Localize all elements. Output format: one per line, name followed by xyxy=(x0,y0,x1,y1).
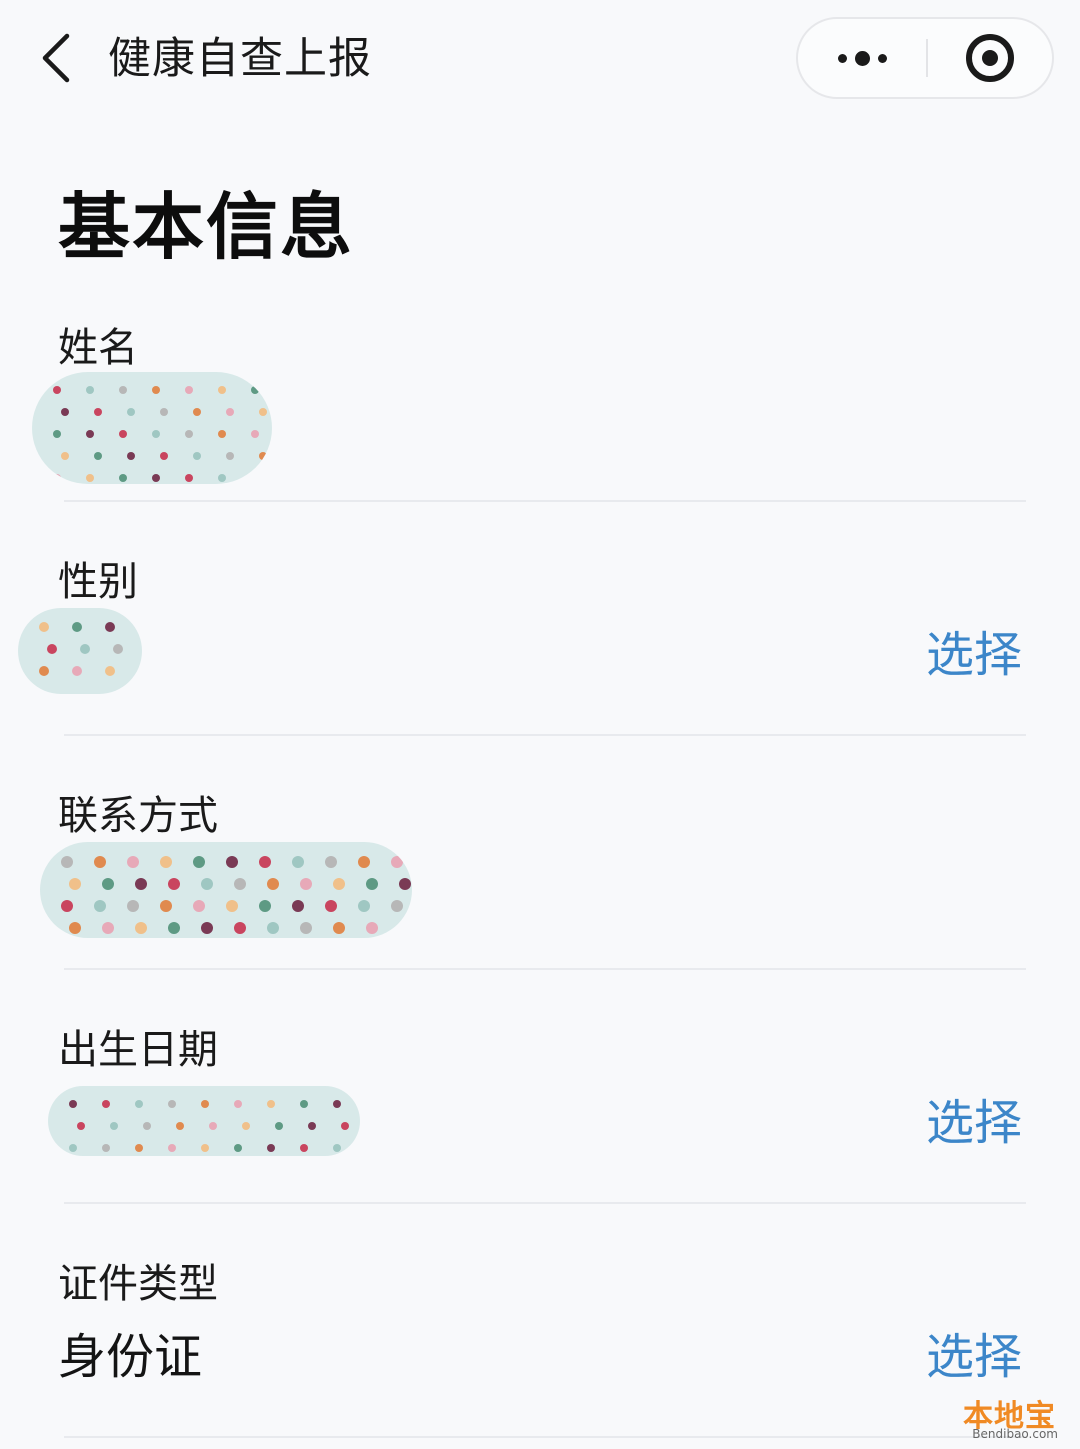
field-divider xyxy=(64,500,1026,502)
field-divider xyxy=(64,1436,1026,1438)
field-gender: 性别 选择 xyxy=(0,556,1080,736)
field-id-type: 证件类型 身份证 选择 xyxy=(0,1258,1080,1438)
field-label: 联系方式 xyxy=(58,793,218,839)
field-divider xyxy=(64,734,1026,736)
target-icon xyxy=(966,34,1014,82)
section-title: 基本信息 xyxy=(58,185,355,269)
redaction-mask xyxy=(40,842,412,938)
redaction-mask xyxy=(18,608,142,694)
field-contact: 联系方式 xyxy=(0,790,1080,970)
nav-bar: 健康自查上报 xyxy=(0,0,1080,120)
more-button[interactable] xyxy=(798,19,926,97)
close-button[interactable] xyxy=(928,19,1052,97)
field-label: 证件类型 xyxy=(58,1261,218,1307)
birthdate-select-button[interactable]: 选择 xyxy=(926,1092,1022,1154)
name-input[interactable] xyxy=(32,372,280,484)
id-type-select-button[interactable]: 选择 xyxy=(926,1326,1022,1388)
id-type-value: 身份证 xyxy=(58,1329,203,1385)
gender-select-button[interactable]: 选择 xyxy=(926,624,1022,686)
watermark-sub: Bendibao.com xyxy=(972,1427,1058,1441)
redaction-mask xyxy=(48,1086,360,1156)
field-label: 姓名 xyxy=(58,325,138,371)
watermark-logo: 本地宝 Bendibao.com xyxy=(960,1393,1070,1443)
mini-program-capsule xyxy=(796,17,1054,99)
field-label: 性别 xyxy=(58,559,138,605)
birthdate-input[interactable] xyxy=(48,1086,360,1166)
page-title: 健康自查上报 xyxy=(108,34,372,84)
contact-input[interactable] xyxy=(40,842,412,938)
field-birthdate: 出生日期 选择 xyxy=(0,1024,1080,1204)
gender-input[interactable] xyxy=(18,608,142,694)
back-button[interactable] xyxy=(36,30,76,86)
more-dots-icon xyxy=(837,50,887,66)
chevron-left-icon xyxy=(42,33,70,83)
field-divider xyxy=(64,1202,1026,1204)
field-divider xyxy=(64,968,1026,970)
field-label: 出生日期 xyxy=(58,1027,218,1073)
field-name: 姓名 xyxy=(0,322,1080,502)
redaction-mask xyxy=(32,372,272,484)
